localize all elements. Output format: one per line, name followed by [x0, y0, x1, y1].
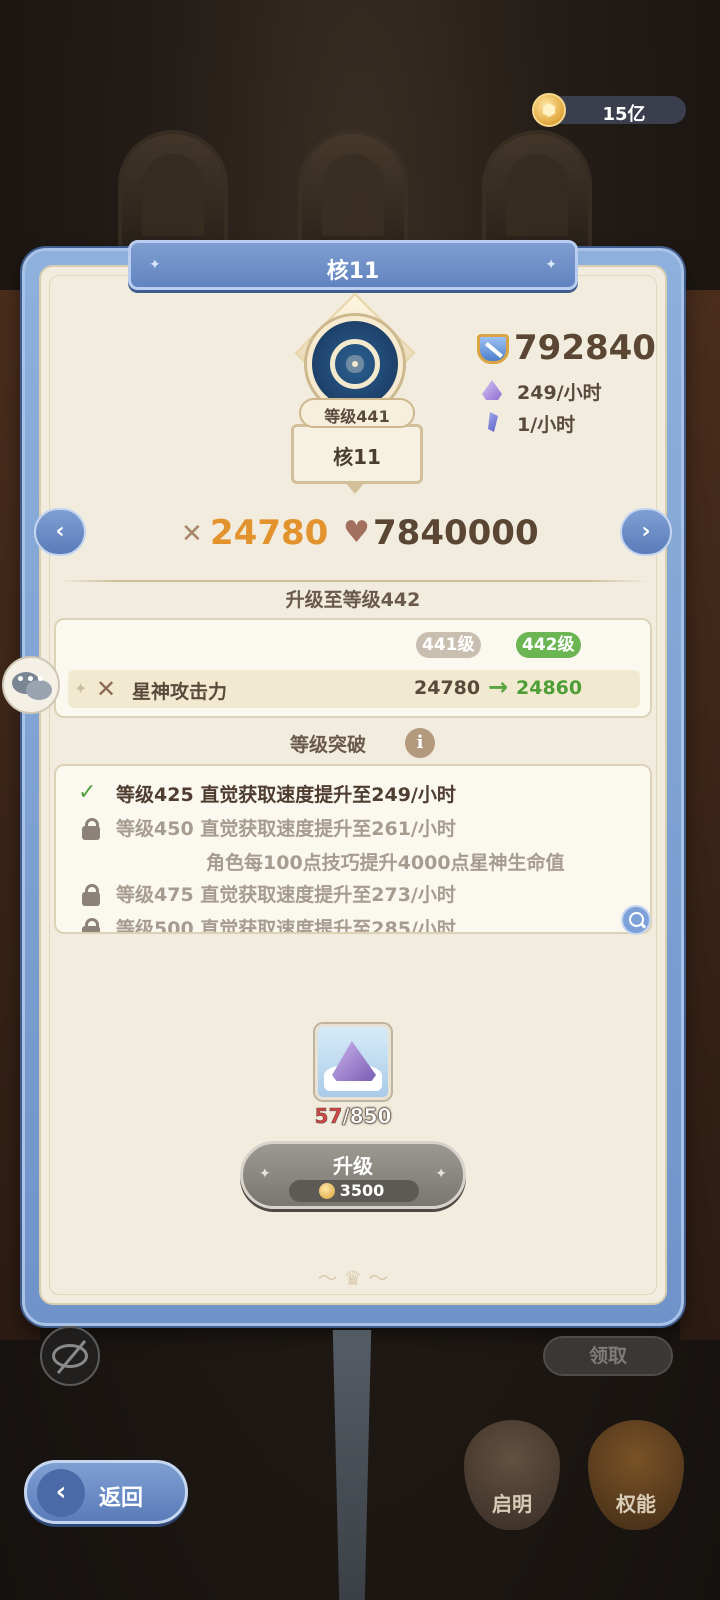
core-name: 核11: [333, 445, 381, 469]
breakthrough-title: 等级突破: [289, 734, 366, 756]
material-card[interactable]: [315, 1024, 391, 1100]
next-core-button[interactable]: ›: [620, 508, 672, 556]
crystal-pile-icon: [332, 1041, 376, 1081]
currency-bar: 15亿: [532, 93, 686, 127]
level-badge: 等级441: [299, 398, 415, 428]
chevron-left-icon: ‹: [55, 519, 65, 544]
panel-ornament: 〜 ♛ 〜: [317, 1266, 389, 1290]
lock-icon: [82, 918, 100, 932]
breakthrough-line: 等级500 直觉获取速度提升至285/小时: [116, 918, 456, 934]
current-level-pill: 441级: [416, 632, 481, 658]
power-value: 792840: [514, 328, 656, 368]
enlighten-label: 启明: [492, 1492, 532, 1516]
authority-label: 权能: [616, 1492, 656, 1516]
background-frame: [118, 130, 228, 250]
stat-name: 星神攻击力: [132, 681, 228, 703]
chevron-right-icon: ›: [641, 519, 651, 544]
panel-title-banner: ✦ 核11 ✦: [128, 240, 578, 290]
upgrade-cost: 3500: [289, 1180, 419, 1202]
background-sword: [332, 1330, 372, 1600]
background-frame: [482, 130, 592, 250]
upgrade-button[interactable]: ✦ 升级 3500 ✦: [240, 1141, 466, 1209]
divider: [58, 580, 648, 582]
breakthrough-line: 等级475 直觉获取速度提升至273/小时: [116, 884, 456, 906]
lock-icon: [82, 884, 100, 906]
lock-icon: [82, 818, 100, 840]
background-frame: [298, 130, 408, 250]
back-button[interactable]: ‹ 返回: [24, 1460, 188, 1524]
stat-row: ✦ ✕ 星神攻击力 24780 → 24860: [68, 670, 640, 708]
sword-icon: ✕: [96, 675, 117, 703]
back-label: 返回: [99, 1486, 144, 1511]
currency-value: 15亿: [602, 104, 646, 125]
sparkle-icon: ✦: [74, 679, 88, 698]
power-shield-icon: [477, 334, 509, 364]
heart-icon: ♥: [343, 515, 370, 550]
sword-icon: ✕: [181, 519, 203, 549]
breakthrough-list[interactable]: ✓ 等级425 直觉获取速度提升至249/小时 等级450 直觉获取速度提升至2…: [54, 764, 652, 934]
prev-core-button[interactable]: ‹: [34, 508, 86, 556]
hide-ui-button[interactable]: [40, 1326, 100, 1386]
check-icon: ✓: [78, 780, 97, 805]
zoom-icon[interactable]: [621, 905, 651, 935]
enlighten-button[interactable]: 启明: [456, 1420, 568, 1540]
claim-button[interactable]: 领取: [543, 1336, 673, 1376]
next-level-pill: 442级: [516, 632, 581, 658]
material-have: 57: [314, 1104, 343, 1129]
stat-compare-box: 441级 442级 ✦ ✕ 星神攻击力 24780 → 24860: [54, 618, 652, 718]
material-count: 57/850: [0, 1104, 706, 1129]
breakthrough-line: 等级450 直觉获取速度提升至261/小时: [116, 818, 456, 840]
authority-button[interactable]: 权能: [580, 1420, 692, 1540]
upgrade-title: 升级至等级442: [285, 589, 421, 611]
arrow-right-icon: →: [488, 673, 509, 701]
crystal-rate: 249/小时: [517, 382, 602, 404]
chevron-left-icon: ‹: [37, 1469, 85, 1517]
feather-rate: 1/小时: [517, 414, 576, 436]
core-emblem: 核11 等级441: [285, 292, 425, 494]
breakthrough-line: 等级425 直觉获取速度提升至249/小时: [116, 784, 456, 806]
background-right-edge: [680, 290, 720, 1340]
breakthrough-line: 角色每100点技巧提升4000点星神生命值: [206, 852, 565, 874]
attack-value: 24780: [210, 513, 329, 553]
stat-old-value: 24780: [414, 677, 481, 699]
stat-new-value: 24860: [516, 677, 583, 699]
upgrade-button-label: 升级: [333, 1154, 373, 1178]
hp-value: 7840000: [373, 513, 539, 553]
panel-title: 核11: [326, 259, 380, 284]
coin-icon: [319, 1183, 335, 1199]
chat-button[interactable]: •••: [2, 656, 60, 714]
info-icon[interactable]: i: [405, 728, 435, 758]
material-need: /850: [342, 1104, 392, 1129]
name-scroll: 核11: [291, 424, 423, 484]
